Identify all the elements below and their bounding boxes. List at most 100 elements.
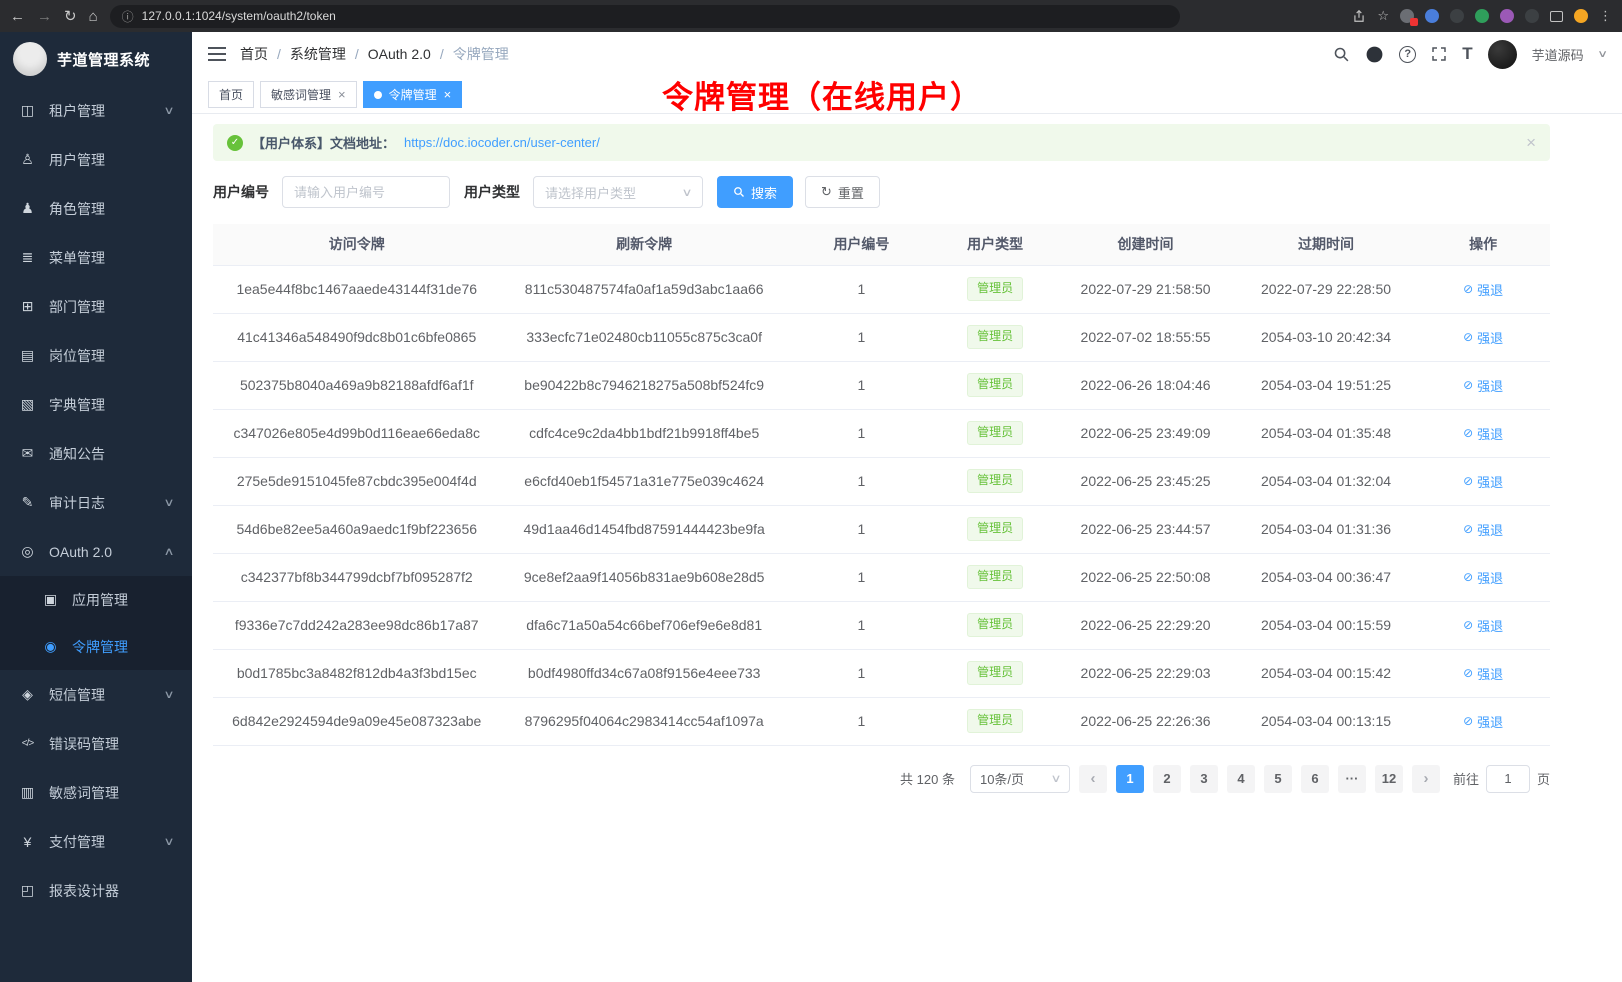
reset-button[interactable]: ↻ 重置	[805, 176, 880, 208]
user-type-cell: 管理员	[935, 553, 1055, 601]
force-logout-button[interactable]: ⊘ 强退	[1463, 328, 1503, 347]
sidebar-item-role[interactable]: ♟ 角色管理	[0, 184, 192, 233]
sidebar-item-department[interactable]: ⊞ 部门管理	[0, 282, 192, 331]
close-icon[interactable]: ×	[444, 87, 452, 102]
page-button-1[interactable]: 1	[1116, 765, 1144, 793]
more-pages-button[interactable]: ···	[1338, 765, 1366, 793]
role-icon: ♟	[19, 200, 36, 217]
chevron-down-icon: ∨	[1050, 772, 1061, 785]
breadcrumb-oauth2[interactable]: OAuth 2.0	[368, 46, 453, 62]
github-icon[interactable]	[1365, 45, 1384, 64]
sidebar-item-label: 租户管理	[49, 101, 105, 121]
alert-text: 【用户体系】文档地址：	[252, 133, 395, 152]
user-id-cell: 1	[788, 313, 935, 361]
sidebar-item-label: OAuth 2.0	[49, 544, 112, 560]
browser-forward-button[interactable]: →	[37, 9, 52, 24]
browser-reload-button[interactable]: ↻	[64, 9, 77, 24]
sidebar-item-oauth2[interactable]: ◎ OAuth 2.0 ∧	[0, 527, 192, 576]
access-token-cell: c342377bf8b344799dcbf7bf095287f2	[213, 553, 500, 601]
close-icon[interactable]: ×	[338, 87, 346, 102]
force-logout-button[interactable]: ⊘ 强退	[1463, 664, 1503, 683]
share-icon[interactable]	[1352, 9, 1366, 23]
sidebar-item-report-designer[interactable]: ◰ 报表设计器	[0, 866, 192, 915]
expire-time-cell: 2022-07-29 22:28:50	[1236, 265, 1416, 313]
page-size-select[interactable]: 10条/页 ∨	[970, 765, 1070, 793]
user-type-badge: 管理员	[967, 325, 1023, 349]
site-info-icon[interactable]: ⓘ	[122, 8, 134, 25]
breadcrumb-system[interactable]: 系统管理	[290, 44, 368, 64]
tab-sensitive-words[interactable]: 敏感词管理 ×	[260, 81, 357, 108]
force-logout-button[interactable]: ⊘ 强退	[1463, 520, 1503, 539]
side-panel-icon[interactable]	[1550, 11, 1563, 22]
browser-back-button[interactable]: ←	[10, 9, 25, 24]
action-cell: ⊘ 强退	[1416, 409, 1550, 457]
page-button-4[interactable]: 4	[1227, 765, 1255, 793]
force-logout-button[interactable]: ⊘ 强退	[1463, 616, 1503, 635]
kebab-menu-icon[interactable]: ⋮	[1599, 8, 1612, 24]
extension-icon[interactable]	[1425, 9, 1439, 23]
force-logout-button[interactable]: ⊘ 强退	[1463, 424, 1503, 443]
sidebar-item-user[interactable]: ♙ 用户管理	[0, 135, 192, 184]
prev-page-button[interactable]: ‹	[1079, 765, 1107, 793]
sidebar-item-oauth2-token[interactable]: ◉ 令牌管理	[0, 623, 192, 670]
page-button-5[interactable]: 5	[1264, 765, 1292, 793]
refresh-token-cell: cdfc4ce9c2da4bb1bdf21b9918ff4be5	[500, 409, 787, 457]
sidebar-item-error-code[interactable]: </> 错误码管理	[0, 719, 192, 768]
extension-icon[interactable]	[1525, 9, 1539, 23]
page-button-12[interactable]: 12	[1375, 765, 1403, 793]
address-bar[interactable]: ⓘ 127.0.0.1:1024/system/oauth2/token	[110, 5, 1180, 28]
force-logout-button[interactable]: ⊘ 强退	[1463, 712, 1503, 731]
browser-home-button[interactable]: ⌂	[89, 9, 98, 24]
page-button-3[interactable]: 3	[1190, 765, 1218, 793]
force-logout-button[interactable]: ⊘ 强退	[1463, 472, 1503, 491]
doc-link[interactable]: https://doc.iocoder.cn/user-center/	[404, 135, 600, 150]
sidebar-item-dictionary[interactable]: ▧ 字典管理	[0, 380, 192, 429]
next-page-button[interactable]: ›	[1412, 765, 1440, 793]
extension-icon[interactable]	[1400, 9, 1414, 23]
sidebar-item-audit-log[interactable]: ✎ 审计日志 ∨	[0, 478, 192, 527]
sidebar-item-oauth2-application[interactable]: ▣ 应用管理	[0, 576, 192, 623]
table-row: f9336e7c7dd242a283ee98dc86b17a87 dfa6c71…	[213, 601, 1550, 649]
tab-label: 敏感词管理	[271, 86, 331, 103]
bookmark-star-icon[interactable]: ☆	[1377, 8, 1389, 24]
user-avatar[interactable]	[1488, 40, 1517, 69]
page-button-2[interactable]: 2	[1153, 765, 1181, 793]
username[interactable]: 芋道源码	[1532, 45, 1584, 64]
force-logout-button[interactable]: ⊘ 强退	[1463, 376, 1503, 395]
sidebar-item-label: 通知公告	[49, 444, 105, 464]
goto-page-input[interactable]	[1486, 765, 1530, 793]
extension-icon[interactable]	[1475, 9, 1489, 23]
tab-token[interactable]: 令牌管理 ×	[363, 81, 463, 108]
tab-home[interactable]: 首页	[208, 81, 254, 108]
search-icon[interactable]	[1333, 46, 1350, 63]
user-id-input[interactable]	[282, 176, 450, 208]
force-logout-icon: ⊘	[1463, 714, 1473, 728]
breadcrumb-home[interactable]: 首页	[240, 44, 290, 64]
force-logout-button[interactable]: ⊘ 强退	[1463, 568, 1503, 587]
close-icon[interactable]: ×	[1526, 133, 1536, 153]
sidebar-item-tenant[interactable]: ◫ 租户管理 ∨	[0, 86, 192, 135]
extensions-puzzle-icon[interactable]	[1500, 9, 1514, 23]
font-size-icon[interactable]: T	[1462, 44, 1472, 64]
sidebar-item-label: 岗位管理	[49, 346, 105, 366]
sidebar-item-post[interactable]: ▤ 岗位管理	[0, 331, 192, 380]
sidebar-item-sensitive-words[interactable]: ▥ 敏感词管理	[0, 768, 192, 817]
force-logout-button[interactable]: ⊘ 强退	[1463, 280, 1503, 299]
collapse-menu-icon[interactable]	[208, 47, 226, 61]
sidebar-item-payment[interactable]: ¥ 支付管理 ∨	[0, 817, 192, 866]
breadcrumb: 首页 系统管理 OAuth 2.0 令牌管理	[240, 44, 509, 64]
help-icon[interactable]: ?	[1399, 46, 1416, 63]
select-placeholder: 请选择用户类型	[545, 183, 636, 202]
sidebar-item-notice[interactable]: ✉ 通知公告	[0, 429, 192, 478]
sidebar-item-sms[interactable]: ◈ 短信管理 ∨	[0, 670, 192, 719]
page-button-6[interactable]: 6	[1301, 765, 1329, 793]
sidebar-item-menu[interactable]: ≣ 菜单管理	[0, 233, 192, 282]
user-type-cell: 管理员	[935, 313, 1055, 361]
table-row: 41c41346a548490f9dc8b01c6bfe0865 333ecfc…	[213, 313, 1550, 361]
profile-avatar-icon[interactable]	[1574, 9, 1588, 23]
fullscreen-icon[interactable]	[1431, 46, 1447, 62]
search-button[interactable]: 搜索	[717, 176, 793, 208]
extension-icon[interactable]	[1450, 9, 1464, 23]
user-type-select[interactable]: 请选择用户类型 ∨	[533, 176, 703, 208]
app-logo[interactable]: 芋道管理系统	[0, 32, 192, 86]
